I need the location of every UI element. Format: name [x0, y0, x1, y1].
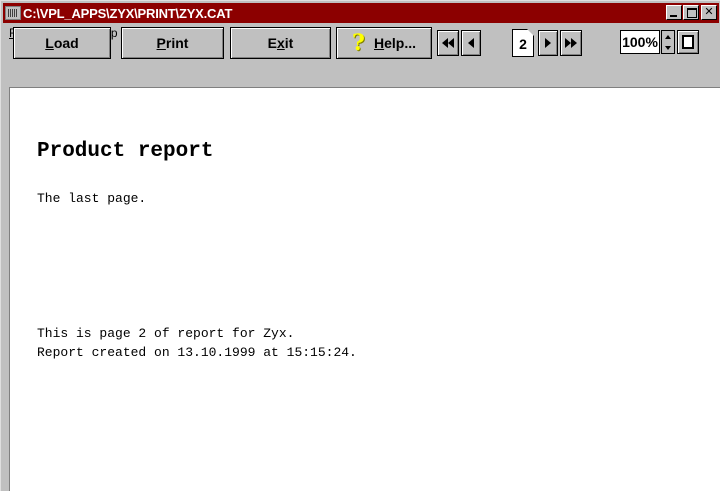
zoom-field[interactable]: 100%: [620, 30, 660, 54]
load-button[interactable]: Load: [13, 27, 111, 59]
window-controls: ✕: [665, 5, 717, 20]
question-icon: ?: [351, 30, 365, 56]
previous-page-button[interactable]: [461, 30, 481, 56]
zoom-up-icon[interactable]: [665, 34, 671, 39]
load-label: oad: [53, 35, 79, 51]
help-label: elp...: [384, 35, 417, 51]
report-heading: Product report: [37, 140, 214, 163]
maximize-button[interactable]: [683, 5, 699, 20]
report-line-page-info: This is page 2 of report for Zyx.: [37, 326, 295, 341]
title-bar[interactable]: C:\VPL_APPS\ZYX\PRINT\ZYX.CAT ✕: [3, 3, 719, 23]
exit-label-pre: E: [267, 35, 277, 51]
help-accel: H: [373, 35, 385, 51]
next-page-button[interactable]: [538, 30, 558, 56]
first-page-icon-2: [448, 38, 454, 48]
zoom-down-icon[interactable]: [665, 45, 671, 50]
print-accel: P: [156, 35, 166, 51]
report-line-last-page: The last page.: [37, 191, 147, 206]
close-button[interactable]: ✕: [701, 5, 717, 20]
load-accel: L: [45, 35, 54, 51]
app-icon[interactable]: [5, 6, 21, 20]
page-number-field[interactable]: 2: [512, 29, 534, 57]
exit-button[interactable]: Ex it: [230, 27, 331, 59]
window-title: C:\VPL_APPS\ZYX\PRINT\ZYX.CAT: [23, 5, 233, 21]
report-page[interactable]: Product report The last page. This is pa…: [9, 87, 720, 491]
first-page-button[interactable]: [437, 30, 459, 56]
print-label: rint: [165, 35, 189, 51]
previous-page-icon: [468, 38, 474, 48]
report-viewer-window: C:\VPL_APPS\ZYX\PRINT\ZYX.CAT ✕ Report V…: [0, 0, 720, 491]
last-page-icon-2: [571, 38, 577, 48]
help-button[interactable]: ? Help...: [336, 27, 432, 59]
exit-accel: x: [276, 35, 285, 51]
fit-page-button[interactable]: [677, 30, 699, 54]
fit-page-icon: [682, 35, 694, 49]
exit-label-rest: it: [284, 35, 294, 51]
print-button[interactable]: Print: [121, 27, 224, 59]
report-line-created: Report created on 13.10.1999 at 15:15:24…: [37, 345, 357, 360]
minimize-button[interactable]: [666, 5, 682, 20]
last-page-button[interactable]: [560, 30, 582, 56]
zoom-spinner[interactable]: [661, 30, 675, 54]
next-page-icon: [545, 38, 551, 48]
